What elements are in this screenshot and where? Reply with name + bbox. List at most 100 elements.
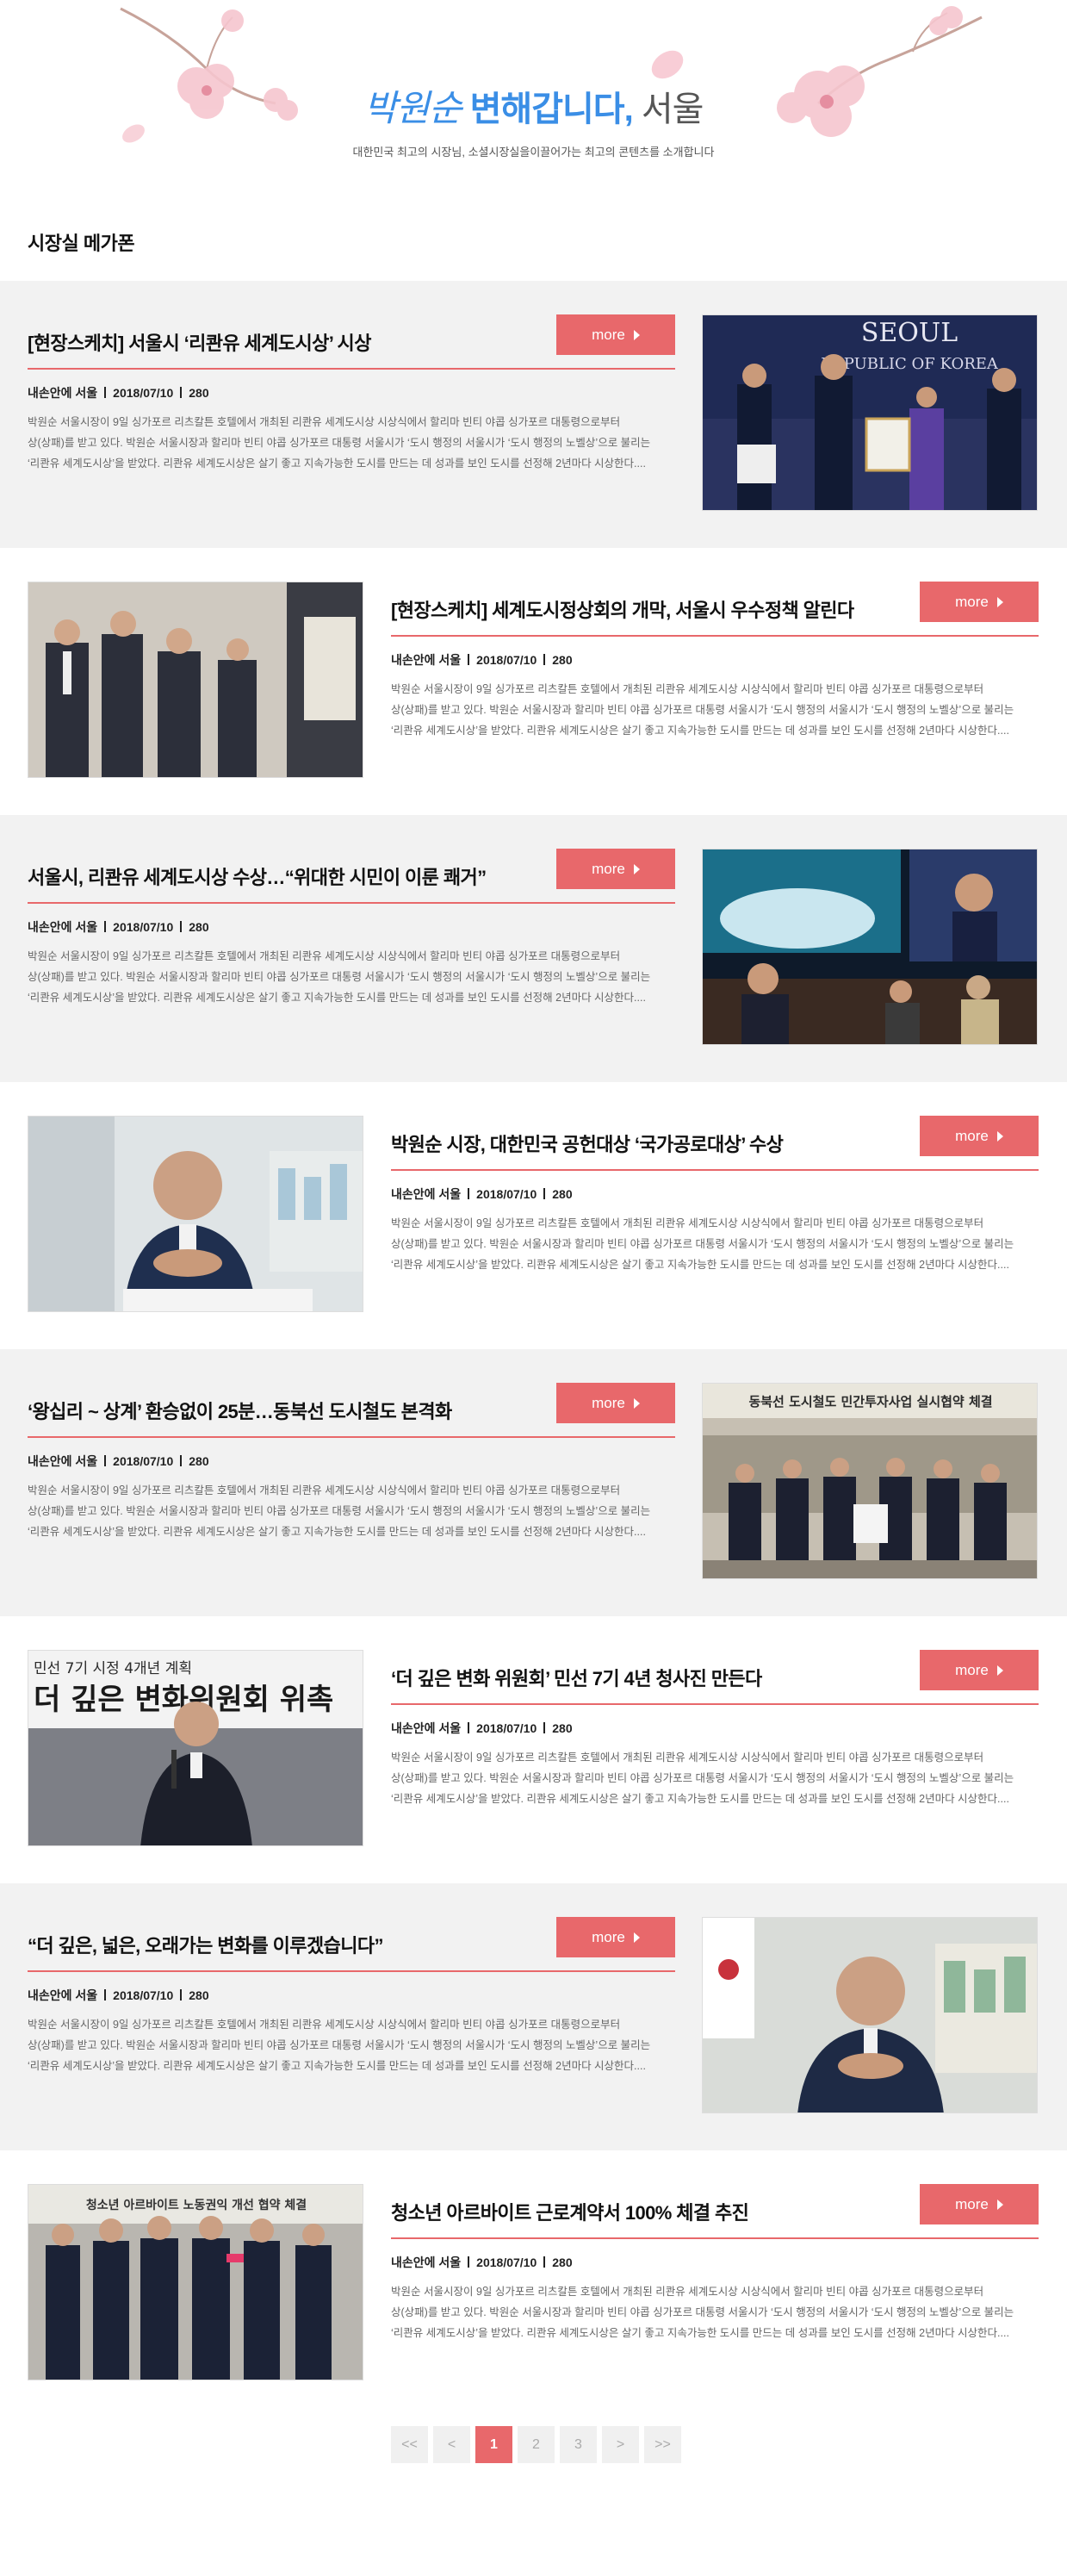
more-label: more	[955, 2196, 989, 2212]
arrow-right-icon	[996, 1131, 1003, 1142]
more-button[interactable]: more	[920, 1116, 1039, 1156]
arrow-right-icon	[633, 864, 640, 874]
article-row: 박원순 시장, 대한민국 공헌대상 ‘국가공로대상’ 수상 more 내손안에 …	[0, 1082, 1067, 1349]
article-text: [현장스케치] 서울시 ‘리콴유 세계도시상’ 시상 more 내손안에 서울 2…	[28, 314, 675, 511]
article-meta: 내손안에 서울 2018/07/10 280	[28, 1987, 209, 2004]
article-views: 280	[189, 1988, 209, 2002]
page-button-1[interactable]: 1	[475, 2426, 512, 2463]
more-label: more	[955, 1128, 989, 1144]
article-title[interactable]: ‘왕십리 ~ 상계’ 환승없이 25분…동북선 도시철도 본격화	[28, 1397, 452, 1424]
arrow-right-icon	[996, 2200, 1003, 2210]
article-summary: 박원순 서울시장이 9일 싱가포르 리츠칼튼 호텔에서 개최된 리콴유 세계도시…	[391, 1217, 1014, 1271]
mayor-office-portrait[interactable]	[28, 1116, 363, 1312]
title-divider	[391, 2237, 1039, 2239]
article-summary: 박원순 서울시장이 9일 싱가포르 리츠칼튼 호텔에서 개최된 리콴유 세계도시…	[28, 2019, 651, 2072]
photo-banner-text: 민선 7기 시정 4개년 계획	[34, 1660, 192, 1677]
article-title[interactable]: 박원순 시장, 대한민국 공헌대상 ‘국가공로대상’ 수상	[391, 1129, 784, 1157]
hero-title-name: 박원순	[363, 87, 462, 129]
article-meta: 내손안에 서울 2018/07/10 280	[391, 1185, 573, 1203]
mayor-desk-portrait[interactable]	[702, 1917, 1038, 2113]
hero-subtitle: 대한민국 최고의 시장님, 소셜시장실을이끌어가는 최고의 콘텐츠를 소개합니다	[352, 146, 715, 159]
photo-sign-text: SEOUL	[861, 318, 958, 348]
ceremony-screen-photo[interactable]	[702, 849, 1038, 1045]
hero-title: 박원순 변해갑니다, 서울	[0, 79, 1067, 132]
article-title[interactable]: [현장스케치] 세계도시정상회의 개막, 서울시 우수정책 알린다	[391, 595, 854, 623]
article-author: 내손안에 서울	[391, 2256, 462, 2269]
article-date: 2018/07/10	[113, 1988, 174, 2002]
first-page-button[interactable]: <<	[391, 2426, 428, 2463]
article-title[interactable]: ‘더 깊은 변화 위원회’ 민선 7기 4년 청사진 만든다	[391, 1664, 762, 1691]
article-title[interactable]: [현장스케치] 서울시 ‘리콴유 세계도시상’ 시상	[28, 328, 371, 356]
committee-speech-photo[interactable]: 민선 7기 시정 4개년 계획 더 깊은 변화위원회 위촉	[28, 1650, 363, 1846]
title-divider	[391, 635, 1039, 637]
title-divider	[28, 902, 675, 904]
more-label: more	[955, 594, 989, 610]
article-date: 2018/07/10	[113, 1454, 174, 1468]
article-views: 280	[189, 386, 209, 400]
article-date: 2018/07/10	[113, 920, 174, 934]
hero-title-main: 변해갑니다,	[469, 90, 634, 128]
article-list: [현장스케치] 서울시 ‘리콴유 세계도시상’ 시상 more 내손안에 서울 2…	[0, 281, 1067, 2417]
article-text: ‘더 깊은 변화 위원회’ 민선 7기 4년 청사진 만든다 more 내손안에…	[391, 1650, 1039, 1846]
photo-sign-text-2: REPUBLIC OF KOREA	[821, 355, 999, 373]
pagination: << < 1 2 3 > >>	[391, 2426, 681, 2463]
page-button-3[interactable]: 3	[560, 2426, 597, 2463]
article-author: 내손안에 서울	[28, 920, 98, 934]
article-author: 내손안에 서울	[391, 653, 462, 667]
article-date: 2018/07/10	[476, 1721, 537, 1735]
more-button[interactable]: more	[556, 1383, 675, 1423]
more-button[interactable]: more	[556, 314, 675, 355]
hero-banner: 박원순 변해갑니다, 서울 대한민국 최고의 시장님, 소셜시장실을이끌어가는 …	[0, 0, 1067, 207]
article-views: 280	[189, 920, 209, 934]
article-author: 내손안에 서울	[28, 386, 98, 400]
award-ceremony-photo[interactable]: SEOUL REPUBLIC OF KOREA	[702, 314, 1038, 511]
more-button[interactable]: more	[556, 849, 675, 889]
title-divider	[391, 1703, 1039, 1705]
article-row: 청소년 아르바이트 노동권익 개선 협약 체결 청소년 아르바이트 근로계약서 …	[0, 2150, 1067, 2417]
article-meta: 내손안에 서울 2018/07/10 280	[391, 1720, 573, 1737]
article-row: 민선 7기 시정 4개년 계획 더 깊은 변화위원회 위촉 ‘더 깊은 변화 위…	[0, 1616, 1067, 1883]
title-divider	[28, 368, 675, 370]
article-text: 청소년 아르바이트 근로계약서 100% 체결 추진 more 내손안에 서울 2…	[391, 2184, 1039, 2380]
arrow-right-icon	[996, 1665, 1003, 1676]
article-author: 내손안에 서울	[28, 1454, 98, 1468]
article-title[interactable]: “더 깊은, 넓은, 오래가는 변화를 이루겠습니다”	[28, 1931, 384, 1958]
article-views: 280	[552, 2256, 573, 2269]
more-label: more	[592, 1395, 625, 1411]
title-divider	[28, 1436, 675, 1438]
page-button-2[interactable]: 2	[518, 2426, 555, 2463]
title-divider	[28, 1970, 675, 1972]
arrow-right-icon	[633, 1932, 640, 1943]
more-label: more	[592, 1929, 625, 1945]
last-page-button[interactable]: >>	[644, 2426, 681, 2463]
more-button[interactable]: more	[920, 2184, 1039, 2224]
article-summary: 박원순 서울시장이 9일 싱가포르 리츠칼튼 호텔에서 개최된 리콴유 세계도시…	[391, 683, 1014, 737]
exhibition-visit-photo[interactable]	[28, 582, 363, 778]
article-row: [현장스케치] 서울시 ‘리콴유 세계도시상’ 시상 more 내손안에 서울 2…	[0, 281, 1067, 548]
prev-page-button[interactable]: <	[433, 2426, 470, 2463]
article-row: 서울시, 리콴유 세계도시상 수상…“위대한 시민이 이룬 쾌거” more 내…	[0, 815, 1067, 1082]
more-label: more	[592, 327, 625, 343]
agreement-signing-photo[interactable]: 동북선 도시철도 민간투자사업 실시협약 체결	[702, 1383, 1038, 1579]
article-summary: 박원순 서울시장이 9일 싱가포르 리츠칼튼 호텔에서 개최된 리콴유 세계도시…	[28, 1484, 651, 1538]
article-row: [현장스케치] 세계도시정상회의 개막, 서울시 우수정책 알린다 more 내…	[0, 548, 1067, 815]
photo-banner-text: 동북선 도시철도 민간투자사업 실시협약 체결	[748, 1394, 992, 1409]
photo-banner-text: 청소년 아르바이트 노동권익 개선 협약 체결	[86, 2198, 307, 2212]
article-views: 280	[552, 1187, 573, 1201]
more-button[interactable]: more	[920, 1650, 1039, 1690]
group-photo[interactable]: 청소년 아르바이트 노동권익 개선 협약 체결	[28, 2184, 363, 2380]
article-title[interactable]: 청소년 아르바이트 근로계약서 100% 체결 추진	[391, 2198, 749, 2225]
more-button[interactable]: more	[556, 1917, 675, 1957]
article-meta: 내손안에 서울 2018/07/10 280	[28, 384, 209, 401]
article-meta: 내손안에 서울 2018/07/10 280	[28, 918, 209, 936]
article-author: 내손안에 서울	[391, 1721, 462, 1735]
article-row: “더 깊은, 넓은, 오래가는 변화를 이루겠습니다” more 내손안에 서울…	[0, 1883, 1067, 2150]
next-page-button[interactable]: >	[602, 2426, 639, 2463]
article-views: 280	[189, 1454, 209, 1468]
article-text: ‘왕십리 ~ 상계’ 환승없이 25분…동북선 도시철도 본격화 more 내손…	[28, 1383, 675, 1579]
article-text: 서울시, 리콴유 세계도시상 수상…“위대한 시민이 이룬 쾌거” more 내…	[28, 849, 675, 1045]
article-meta: 내손안에 서울 2018/07/10 280	[391, 651, 573, 669]
more-button[interactable]: more	[920, 582, 1039, 622]
article-text: [현장스케치] 세계도시정상회의 개막, 서울시 우수정책 알린다 more 내…	[391, 582, 1039, 778]
article-title[interactable]: 서울시, 리콴유 세계도시상 수상…“위대한 시민이 이룬 쾌거”	[28, 862, 487, 890]
